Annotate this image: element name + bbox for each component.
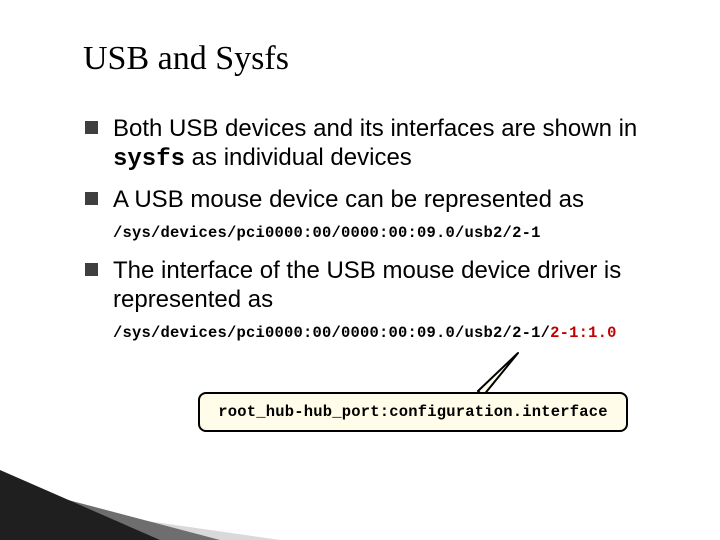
bullet-item: A USB mouse device can be represented as <box>85 185 660 214</box>
slide: USB and Sysfs Both USB devices and its i… <box>0 0 720 540</box>
inline-code: sysfs <box>113 146 185 173</box>
bullet-text: A USB mouse device can be represented as <box>113 186 584 213</box>
bullet-text: Both USB devices and its interfaces are … <box>113 115 637 142</box>
bullet-text: The interface of the USB mouse device dr… <box>113 257 621 313</box>
path-segment: /sys/devices/pci0000:00/0000:00:09.0/usb… <box>113 324 550 342</box>
code-path: /sys/devices/pci0000:00/0000:00:09.0/usb… <box>113 324 660 342</box>
callout-box: root_hub-hub_port:configuration.interfac… <box>198 392 628 432</box>
bullet-item: The interface of the USB mouse device dr… <box>85 256 660 315</box>
bullet-list: Both USB devices and its interfaces are … <box>85 114 660 214</box>
slide-title: USB and Sysfs <box>83 40 660 78</box>
code-path: /sys/devices/pci0000:00/0000:00:09.0/usb… <box>113 224 660 242</box>
path-highlight: 2-1:1.0 <box>550 324 617 342</box>
corner-decoration <box>0 470 300 540</box>
bullet-item: Both USB devices and its interfaces are … <box>85 114 660 175</box>
callout-text: root_hub-hub_port:configuration.interfac… <box>218 403 608 421</box>
bullet-text: as individual devices <box>185 144 412 171</box>
bullet-list: The interface of the USB mouse device dr… <box>85 256 660 315</box>
callout: root_hub-hub_port:configuration.interfac… <box>198 392 628 432</box>
